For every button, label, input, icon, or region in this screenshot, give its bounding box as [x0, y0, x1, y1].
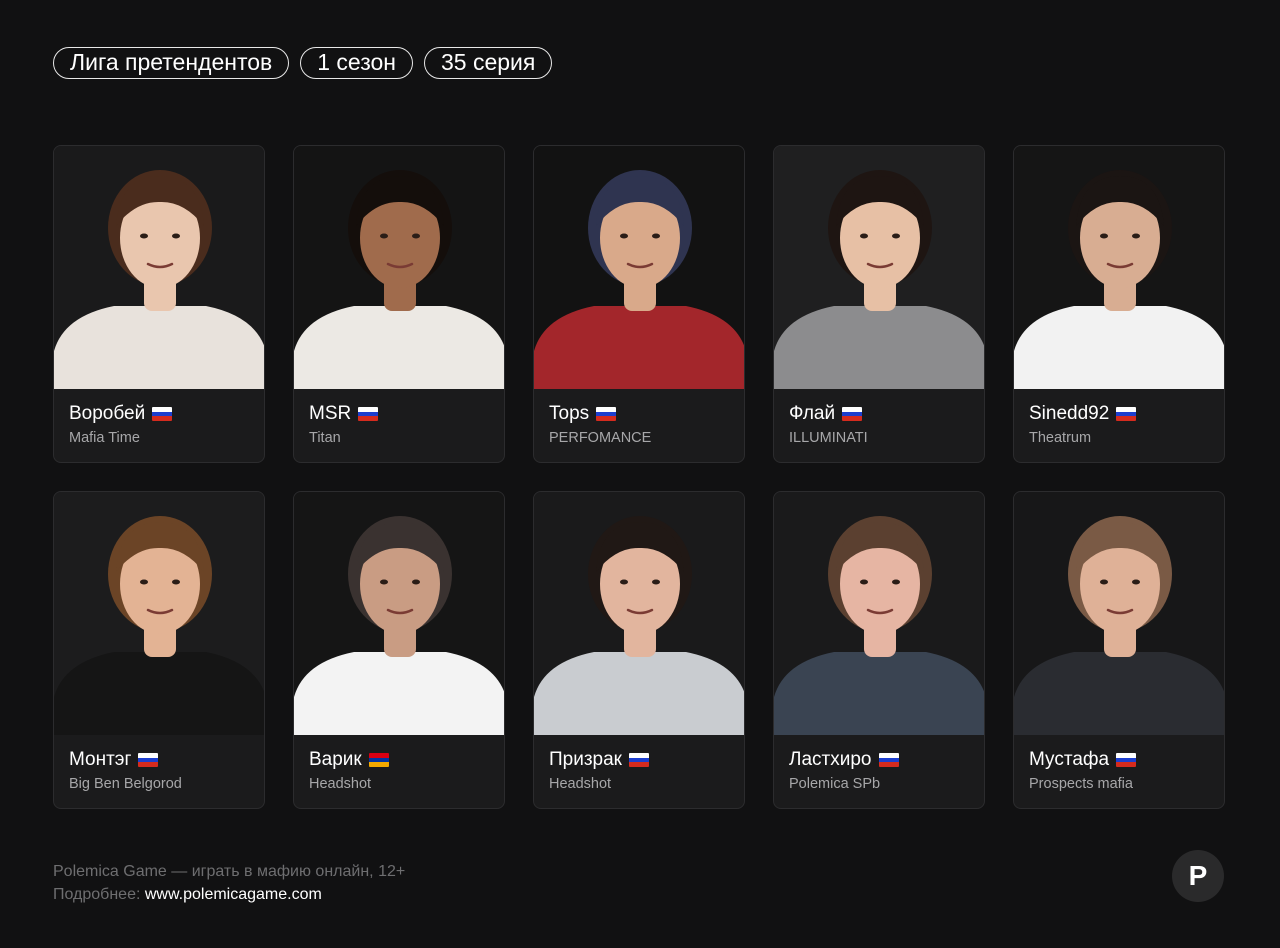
- player-grid: Воробей Mafia Time MSR Titan Tops PERFOM…: [53, 145, 1225, 809]
- flag-russia-icon: [138, 753, 159, 767]
- flag-russia-icon: [1116, 753, 1137, 767]
- player-portrait: [774, 170, 984, 389]
- player-portrait: [54, 170, 264, 389]
- player-card: Sinedd92 Theatrum: [1013, 145, 1225, 463]
- player-team: Prospects mafia: [1029, 776, 1133, 792]
- player-name: Монтэг: [69, 749, 132, 770]
- player-card: Мустафа Prospects mafia: [1013, 491, 1225, 809]
- player-photo: [294, 146, 504, 389]
- player-portrait: [294, 516, 504, 735]
- player-team: Big Ben Belgorod: [69, 776, 182, 792]
- player-portrait: [54, 516, 264, 735]
- player-portrait: [1014, 170, 1224, 389]
- player-photo: [294, 492, 504, 735]
- season-tag: 1 сезон: [300, 47, 413, 79]
- series-tag: 35 серия: [424, 47, 553, 79]
- player-photo: [1014, 146, 1224, 389]
- player-team: PERFOMANCE: [549, 430, 652, 446]
- flag-russia-icon: [878, 753, 899, 767]
- footer-tagline: Polemica Game — играть в мафию онлайн, 1…: [53, 863, 406, 880]
- player-portrait: [534, 170, 744, 389]
- player-card: Ластхиро Polemica SPb: [773, 491, 985, 809]
- player-portrait: [774, 516, 984, 735]
- player-card: Монтэг Big Ben Belgorod: [53, 491, 265, 809]
- player-portrait: [534, 516, 744, 735]
- flag-russia-icon: [1116, 407, 1137, 421]
- player-photo: [774, 492, 984, 735]
- tag-row: Лига претендентов 1 сезон 35 серия: [53, 47, 553, 79]
- player-name: Tops: [549, 403, 590, 424]
- player-team: Polemica SPb: [789, 776, 881, 792]
- player-photo: [54, 146, 264, 389]
- player-name: MSR: [309, 403, 352, 424]
- footer-more-label: Подробнее:: [53, 886, 141, 903]
- website-link[interactable]: www.polemicagame.com: [145, 886, 322, 903]
- flag-russia-icon: [358, 407, 379, 421]
- player-photo: [1014, 492, 1224, 735]
- player-name: Мустафа: [1029, 749, 1110, 770]
- player-card: Tops PERFOMANCE: [533, 145, 745, 463]
- player-team: Headshot: [549, 776, 612, 792]
- flag-russia-icon: [596, 407, 617, 421]
- player-photo: [54, 492, 264, 735]
- player-photo: [534, 146, 744, 389]
- player-team: ILLUMINATI: [789, 430, 868, 446]
- flag-armenia-icon: [368, 753, 389, 767]
- player-team: Mafia Time: [69, 430, 140, 446]
- flag-russia-icon: [842, 407, 863, 421]
- player-portrait: [1014, 516, 1224, 735]
- player-name: Воробей: [69, 403, 146, 424]
- player-team: Theatrum: [1029, 430, 1092, 446]
- footer: Polemica Game — играть в мафию онлайн, 1…: [53, 860, 405, 906]
- player-photo: [534, 492, 744, 735]
- flag-russia-icon: [629, 753, 649, 767]
- player-name: Призрак: [549, 749, 622, 770]
- league-tag: Лига претендентов: [53, 47, 290, 79]
- player-name: Ластхиро: [789, 749, 872, 770]
- player-card: Варик Headshot: [293, 491, 505, 809]
- player-photo: [774, 146, 984, 389]
- player-portrait: [294, 170, 504, 389]
- player-card: MSR Titan: [293, 145, 505, 463]
- player-card: Призрак Headshot: [533, 491, 745, 809]
- polemica-logo-icon: P: [1172, 850, 1224, 902]
- player-card: Воробей Mafia Time: [53, 145, 265, 463]
- flag-russia-icon: [152, 407, 173, 421]
- player-card: Флай ILLUMINATI: [773, 145, 985, 463]
- player-team: Headshot: [309, 776, 372, 792]
- player-name: Sinedd92: [1029, 403, 1110, 424]
- player-name: Варик: [309, 749, 362, 770]
- player-name: Флай: [789, 403, 836, 424]
- player-team: Titan: [309, 430, 341, 446]
